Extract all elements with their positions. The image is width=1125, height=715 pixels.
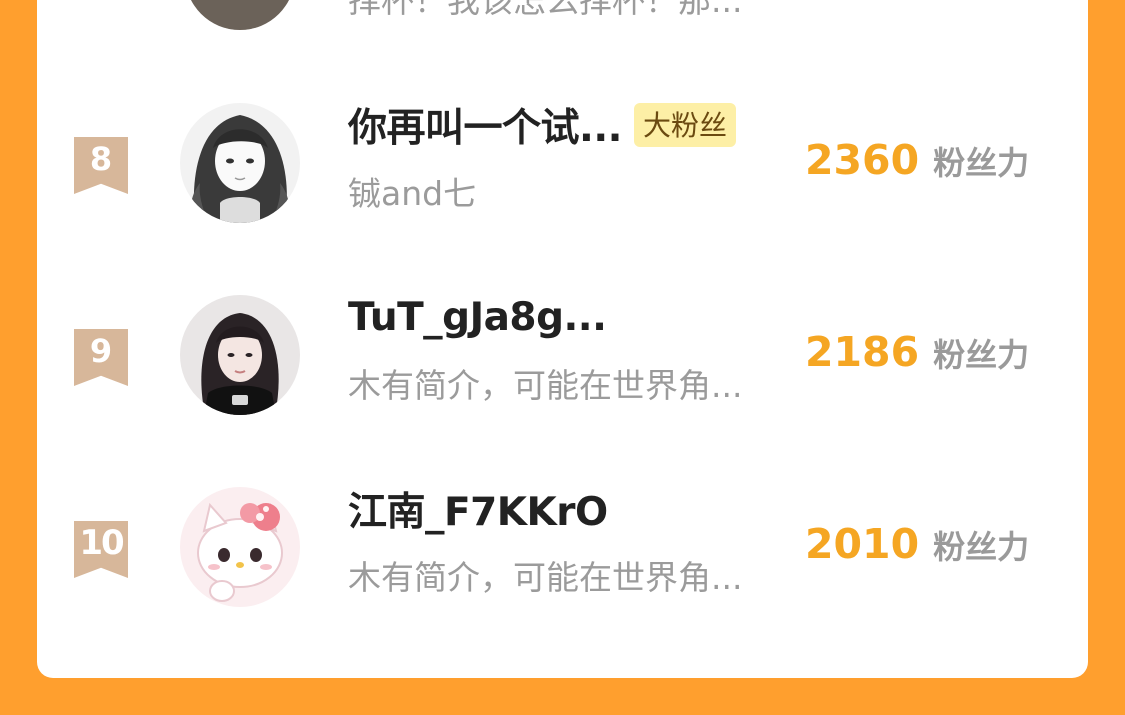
user-name-line: 江南_F7KKrO xyxy=(348,481,608,537)
fan-power-label: 粉丝力 xyxy=(933,528,1030,566)
user-name[interactable]: TuT_gJa8g... xyxy=(348,295,607,340)
fan-power-label: 粉丝力 xyxy=(933,144,1030,182)
user-subtitle: 铖and七 xyxy=(348,174,477,213)
partial-row[interactable]: 择杯！我该怎么择杯！那... xyxy=(37,0,1088,40)
avatar[interactable] xyxy=(180,103,300,223)
avatar[interactable] xyxy=(180,487,300,607)
rank-ribbon: 8 xyxy=(74,137,128,194)
anime-girl-avatar-icon xyxy=(180,103,300,223)
fan-power: 2010 粉丝力 xyxy=(805,520,1029,568)
user-subtitle: 择杯！我该怎么择杯！那... xyxy=(348,0,743,20)
hello-kitty-avatar-icon xyxy=(180,487,300,607)
fan-ranking-card: 择杯！我该怎么择杯！那... 8 你再叫一个试... 大粉丝 铖and七 236… xyxy=(37,0,1088,678)
ranking-row-9[interactable]: 9 TuT_gJa8g... 木有简介，可能在世界角... 2186 粉丝力 xyxy=(37,292,1088,492)
user-name[interactable]: 你再叫一个试... xyxy=(348,97,622,153)
ranking-row-8[interactable]: 8 你再叫一个试... 大粉丝 铖and七 2360 粉丝力 xyxy=(37,100,1088,300)
avatar[interactable] xyxy=(185,0,295,30)
fan-power: 2186 粉丝力 xyxy=(805,328,1029,376)
fan-power-value: 2186 xyxy=(805,328,920,376)
fan-power-label: 粉丝力 xyxy=(933,336,1030,374)
fan-power: 2360 粉丝力 xyxy=(805,136,1029,184)
fan-power-value: 2010 xyxy=(805,520,920,568)
girl-photo-avatar-icon xyxy=(180,295,300,415)
big-fan-badge: 大粉丝 xyxy=(633,103,736,147)
user-subtitle: 木有简介，可能在世界角... xyxy=(348,558,743,597)
user-subtitle: 木有简介，可能在世界角... xyxy=(348,366,743,405)
user-name-line: 你再叫一个试... 大粉丝 xyxy=(348,97,736,153)
avatar[interactable] xyxy=(180,295,300,415)
rank-ribbon: 10 xyxy=(74,521,128,578)
rank-ribbon: 9 xyxy=(74,329,128,386)
ranking-row-10[interactable]: 10 江南_F7KKrO 木有简介，可能在世界角... 2010 粉丝力 xyxy=(37,484,1088,684)
fan-power-value: 2360 xyxy=(805,136,920,184)
user-name[interactable]: 江南_F7KKrO xyxy=(348,481,608,537)
user-name-line: TuT_gJa8g... xyxy=(348,292,607,342)
